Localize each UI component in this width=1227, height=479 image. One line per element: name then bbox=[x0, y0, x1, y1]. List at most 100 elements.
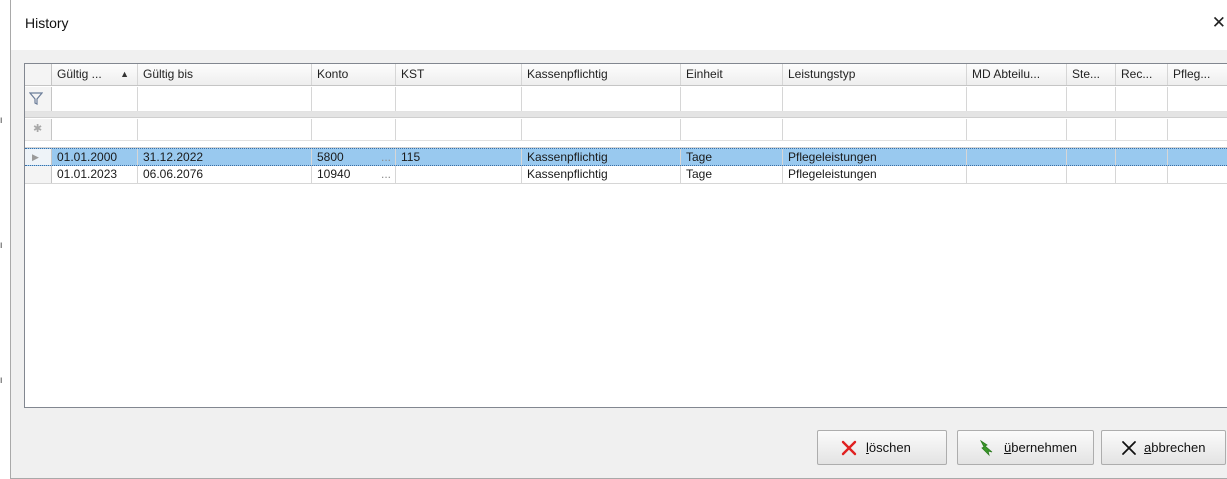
cell-gueltig-bis[interactable]: 06.06.2076 bbox=[138, 166, 312, 183]
filter-cell[interactable] bbox=[967, 87, 1067, 111]
cell-ste[interactable] bbox=[1067, 166, 1116, 183]
filter-cell[interactable] bbox=[396, 87, 522, 111]
delete-button-label: löschen bbox=[866, 440, 911, 455]
table-row[interactable]: ▶ 01.01.2000 31.12.2022 5800 ... 115 Kas… bbox=[25, 148, 1227, 166]
filter-row-selector bbox=[25, 87, 52, 111]
cell-einheit[interactable]: Tage bbox=[681, 166, 783, 183]
close-icon[interactable]: ✕ bbox=[1212, 13, 1226, 33]
new-row-cell[interactable] bbox=[52, 119, 138, 140]
cell-ste[interactable] bbox=[1067, 149, 1116, 165]
column-header-gueltig-von[interactable]: Gültig ... ▲ bbox=[52, 64, 138, 85]
column-header-label: Rec... bbox=[1121, 67, 1153, 81]
dialog-title: History bbox=[25, 15, 69, 31]
new-row-cell[interactable] bbox=[1067, 119, 1116, 140]
new-row-cell[interactable] bbox=[1168, 119, 1227, 140]
black-x-icon bbox=[1122, 441, 1136, 455]
column-header-einheit[interactable]: Einheit bbox=[681, 64, 783, 85]
filter-cell[interactable] bbox=[52, 87, 138, 111]
filter-separator bbox=[25, 112, 1227, 118]
filter-cell[interactable] bbox=[783, 87, 967, 111]
column-header-gueltig-bis[interactable]: Gültig bis bbox=[138, 64, 312, 85]
column-header-kst[interactable]: KST bbox=[396, 64, 522, 85]
history-grid[interactable]: Gültig ... ▲ Gültig bis Konto KST Kassen… bbox=[24, 63, 1227, 408]
background-fragment: ו bbox=[0, 375, 3, 385]
column-header-label: MD Abteilu... bbox=[972, 67, 1041, 81]
column-header-ste[interactable]: Ste... bbox=[1067, 64, 1116, 85]
cell-rec[interactable] bbox=[1116, 149, 1168, 165]
new-row-cell[interactable] bbox=[681, 119, 783, 140]
new-row[interactable]: ✱ bbox=[25, 119, 1227, 141]
asterisk-icon: ✱ bbox=[33, 123, 43, 135]
background-fragment: ו bbox=[0, 115, 3, 125]
new-row-cell[interactable] bbox=[1116, 119, 1168, 140]
cell-konto-value: 10940 bbox=[317, 167, 351, 181]
row-separator bbox=[25, 141, 1227, 148]
new-row-cell[interactable] bbox=[396, 119, 522, 140]
column-header-label: Konto bbox=[317, 67, 349, 81]
filter-icon[interactable] bbox=[29, 92, 43, 105]
cell-leistungstyp[interactable]: Pflegeleistungen bbox=[783, 166, 967, 183]
filter-cell[interactable] bbox=[681, 87, 783, 111]
cell-kassenpflichtig[interactable]: Kassenpflichtig bbox=[522, 149, 681, 165]
header-corner bbox=[25, 64, 52, 85]
cell-leistungstyp[interactable]: Pflegeleistungen bbox=[783, 149, 967, 165]
cell-md-abteilung[interactable] bbox=[967, 149, 1067, 165]
column-header-label: Pfleg... bbox=[1173, 67, 1211, 81]
cell-kassenpflichtig[interactable]: Kassenpflichtig bbox=[522, 166, 681, 183]
cell-gueltig-von[interactable]: 01.01.2023 bbox=[52, 166, 138, 183]
new-row-cell[interactable] bbox=[522, 119, 681, 140]
apply-button-label: übernehmen bbox=[1004, 440, 1078, 455]
column-header-label: Gültig ... bbox=[57, 67, 102, 81]
delete-button[interactable]: löschen bbox=[817, 430, 947, 465]
title-bar: History ✕ bbox=[11, 0, 1227, 50]
cell-einheit[interactable]: Tage bbox=[681, 149, 783, 165]
cell-gueltig-von[interactable]: 01.01.2000 bbox=[52, 149, 138, 165]
cell-pfleg[interactable] bbox=[1168, 166, 1227, 183]
cell-kst[interactable]: 115 bbox=[396, 149, 522, 165]
column-header-rec[interactable]: Rec... bbox=[1116, 64, 1168, 85]
new-row-cell[interactable] bbox=[967, 119, 1067, 140]
cancel-button[interactable]: abbrechen bbox=[1101, 430, 1226, 465]
filter-cell[interactable] bbox=[1116, 87, 1168, 111]
column-header-label: Einheit bbox=[686, 67, 723, 81]
cell-kst[interactable] bbox=[396, 166, 522, 183]
new-row-selector: ✱ bbox=[25, 119, 52, 140]
cell-konto[interactable]: 10940 ... bbox=[312, 166, 396, 183]
column-header-pfleg[interactable]: Pfleg... bbox=[1168, 64, 1227, 85]
cell-md-abteilung[interactable] bbox=[967, 166, 1067, 183]
cell-konto-value: 5800 bbox=[317, 150, 344, 164]
current-row-indicator-icon: ▶ bbox=[32, 152, 39, 162]
apply-button[interactable]: übernehmen bbox=[957, 430, 1094, 465]
filter-cell[interactable] bbox=[1067, 87, 1116, 111]
new-row-cell[interactable] bbox=[138, 119, 312, 140]
sort-ascending-icon: ▲ bbox=[120, 69, 129, 79]
cell-pfleg[interactable] bbox=[1168, 149, 1227, 165]
column-header-label: Kassenpflichtig bbox=[527, 67, 608, 81]
green-arrow-icon bbox=[979, 439, 993, 457]
background-fragment: ו bbox=[0, 240, 3, 250]
cell-konto[interactable]: 5800 ... bbox=[312, 149, 396, 165]
konto-lookup-button[interactable]: ... bbox=[381, 166, 391, 182]
filter-cell[interactable] bbox=[312, 87, 396, 111]
cell-gueltig-bis[interactable]: 31.12.2022 bbox=[138, 149, 312, 165]
red-x-icon bbox=[841, 440, 857, 456]
grid-header: Gültig ... ▲ Gültig bis Konto KST Kassen… bbox=[25, 64, 1227, 86]
column-header-konto[interactable]: Konto bbox=[312, 64, 396, 85]
column-header-label: KST bbox=[401, 67, 425, 81]
column-header-leistungstyp[interactable]: Leistungstyp bbox=[783, 64, 967, 85]
filter-cell[interactable] bbox=[522, 87, 681, 111]
new-row-cell[interactable] bbox=[783, 119, 967, 140]
cancel-button-label: abbrechen bbox=[1144, 440, 1206, 455]
filter-cell[interactable] bbox=[1168, 87, 1227, 111]
new-row-cell[interactable] bbox=[312, 119, 396, 140]
konto-lookup-button[interactable]: ... bbox=[381, 149, 391, 165]
row-selector[interactable] bbox=[25, 166, 52, 183]
cell-rec[interactable] bbox=[1116, 166, 1168, 183]
history-dialog: History ✕ Gültig ... ▲ Gültig bis Konto … bbox=[10, 0, 1227, 479]
table-row[interactable]: 01.01.2023 06.06.2076 10940 ... Kassenpf… bbox=[25, 166, 1227, 184]
row-selector[interactable]: ▶ bbox=[25, 149, 52, 165]
column-header-kassenpflichtig[interactable]: Kassenpflichtig bbox=[522, 64, 681, 85]
filter-cell[interactable] bbox=[138, 87, 312, 111]
column-header-label: Leistungstyp bbox=[788, 67, 856, 81]
column-header-md-abteilung[interactable]: MD Abteilu... bbox=[967, 64, 1067, 85]
